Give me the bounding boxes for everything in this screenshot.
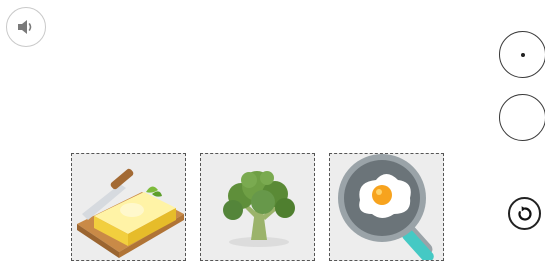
fried-egg-pan-icon [338, 154, 434, 260]
choice-card-fried-egg[interactable] [329, 153, 444, 261]
slot-cursor-dot [520, 52, 525, 57]
activity-stage [0, 0, 545, 261]
choice-card-broccoli[interactable] [200, 153, 315, 261]
butter-icon [77, 168, 184, 258]
reset-arrow-icon [517, 205, 532, 221]
broccoli-icon [223, 171, 295, 247]
answer-slot-2[interactable] [499, 94, 545, 141]
choice-card-butter[interactable] [71, 153, 186, 261]
audio-button[interactable] [6, 7, 46, 47]
reset-button[interactable] [508, 197, 541, 230]
answer-slot-1[interactable] [499, 31, 545, 78]
speaker-icon [18, 20, 32, 34]
